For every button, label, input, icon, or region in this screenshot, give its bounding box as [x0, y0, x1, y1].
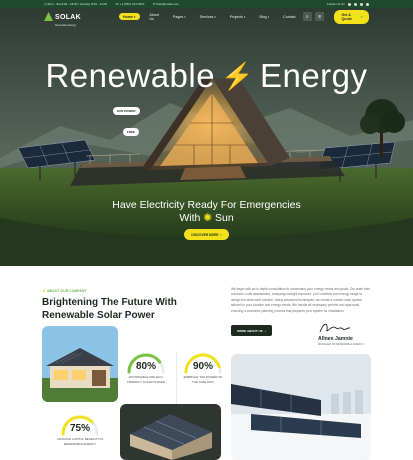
- about-eyebrow-text: ABOUT OUR COMPANY: [47, 289, 87, 293]
- nav-item-label: Pages: [172, 14, 184, 19]
- signature: [319, 323, 351, 333]
- hero-tagline: Have Electricity Ready For Emergencies W…: [0, 199, 413, 225]
- nav-item-blog[interactable]: Blog ▾: [255, 13, 273, 20]
- email-text: hello@solak.com: [156, 2, 179, 6]
- house-image: [42, 326, 118, 402]
- twitter-icon[interactable]: [354, 2, 357, 6]
- chevron-down-icon: ▾: [134, 14, 136, 19]
- brand-tagline: Renewable Energy: [55, 24, 77, 27]
- nav-item-label: Blog: [259, 14, 267, 19]
- stat-value: 80%: [135, 361, 156, 372]
- nav-item-label: Contact: [283, 14, 296, 19]
- nav-item-projects[interactable]: Projects ▾: [226, 13, 250, 20]
- stat-card: 80% AFFORDABLE AND ECO-FRIENDLY SOLAR PO…: [126, 361, 166, 384]
- solar-field-image: [231, 354, 371, 460]
- get-a-quote-button[interactable]: Get A Quote ›: [334, 9, 369, 24]
- stat-card: 90% EMBRACE THE POWER OF THE SUNLIGHT: [182, 361, 224, 384]
- stat-label: EMBRACE THE POWER OF THE SUNLIGHT: [183, 375, 223, 384]
- chevron-down-icon: ▾: [184, 14, 186, 19]
- hero-background: [0, 8, 413, 266]
- logo[interactable]: SOLAK Renewable Energy: [44, 6, 81, 27]
- linkedin-icon[interactable]: [366, 2, 369, 6]
- signer-name: Allnes Jamnie: [318, 336, 353, 342]
- chevron-down-icon: ▾: [267, 14, 270, 19]
- instagram-icon[interactable]: [360, 2, 363, 6]
- hero-title-left: Renewable: [45, 57, 216, 94]
- hero-title: Renewable ⚡ Energy: [0, 57, 413, 95]
- discover-more-button[interactable]: DISCOVER MORE ›: [184, 229, 229, 240]
- logo-icon: [44, 12, 53, 21]
- nav-item-label: Projects: [229, 14, 243, 19]
- mail-icon: ✉: [152, 2, 156, 6]
- stat-label: ADVANCE CAPITAL BENEFITS IN RENEWABLE EN…: [56, 437, 104, 446]
- more-about-us-label: MORE ABOUT US: [237, 328, 263, 333]
- nav-item-pages[interactable]: Pages ▾: [169, 13, 190, 20]
- hero-tagline-with: With: [179, 212, 201, 224]
- menu-icon[interactable]: ≡: [315, 12, 325, 21]
- facebook-icon[interactable]: [348, 2, 351, 6]
- signer-role: MANAGER OF RENEWABLE ENERGY: [318, 343, 365, 346]
- about-body: We begin with an in-depth consultation t…: [231, 287, 371, 313]
- hero-tagline-line1: Have Electricity Ready For Emergencies: [112, 199, 301, 211]
- bolt-icon: ⚡: [42, 289, 47, 293]
- get-a-quote-label: Get A Quote: [341, 12, 352, 21]
- phone-text: +1 (555) 123-4567: [119, 2, 145, 6]
- arrow-right-icon: ›: [220, 232, 222, 237]
- stat-label: AFFORDABLE AND ECO-FRIENDLY SOLAR POWER: [127, 375, 165, 384]
- nav-item-contact[interactable]: Contact: [279, 13, 299, 20]
- arrow-right-icon: ›: [264, 328, 266, 333]
- stat-value: 90%: [192, 361, 213, 372]
- main-nav: SOLAK Renewable Energy Home ▾ About Us Page…: [0, 6, 413, 27]
- arrow-right-icon: ›: [360, 14, 362, 19]
- sun-power-chip: SUN POWER: [113, 107, 140, 115]
- nav-menu: Home ▾ About Us Pages ▾ Services ▾ Projects ▾ Blo…: [119, 11, 300, 22]
- stats-divider: [176, 352, 177, 404]
- nav-item-label: About Us: [149, 12, 159, 21]
- lightning-icon: ⚡: [221, 60, 254, 91]
- chevron-down-icon: ▾: [243, 14, 246, 19]
- hero-tagline-line2: With ✺ Sun: [0, 212, 413, 225]
- more-about-us-button[interactable]: MORE ABOUT US ›: [231, 325, 272, 336]
- nav-item-label: Services: [199, 14, 214, 19]
- stat-card: 75% ADVANCE CAPITAL BENEFITS IN RENEWABL…: [56, 423, 104, 446]
- hero-tagline-sun: Sun: [214, 212, 234, 224]
- email-info[interactable]: ✉ hello@solak.com: [153, 2, 179, 6]
- chevron-down-icon: ▾: [214, 14, 216, 19]
- brand-name: SOLAK: [55, 14, 81, 21]
- hero-section: Renewable ⚡ Energy SUN POWER FREE Have E…: [0, 8, 413, 266]
- nav-item-home[interactable]: Home ▾: [119, 13, 140, 20]
- follow-label: Follow Us On: [326, 2, 345, 6]
- stat-value: 75%: [69, 423, 90, 434]
- phone-info[interactable]: ☏ +1 (555) 123-4567: [115, 2, 145, 6]
- solar-roof-house-image: [120, 404, 221, 460]
- social-links: Follow Us On: [327, 2, 369, 6]
- about-heading: Brightening The Future With Renewable So…: [42, 297, 177, 321]
- hero-title-right: Energy: [259, 57, 368, 94]
- about-eyebrow: ⚡ ABOUT OUR COMPANY: [42, 289, 87, 293]
- search-icon[interactable]: ⌕: [302, 12, 312, 21]
- nav-item-about-us[interactable]: About Us: [146, 11, 163, 22]
- phone-icon: ☏: [115, 2, 119, 6]
- nav-item-label: Home: [123, 14, 133, 19]
- discover-more-label: DISCOVER MORE: [191, 232, 219, 237]
- nav-item-services[interactable]: Services ▾: [196, 13, 220, 20]
- sun-icon: ✺: [203, 212, 213, 224]
- free-chip: FREE: [123, 128, 140, 136]
